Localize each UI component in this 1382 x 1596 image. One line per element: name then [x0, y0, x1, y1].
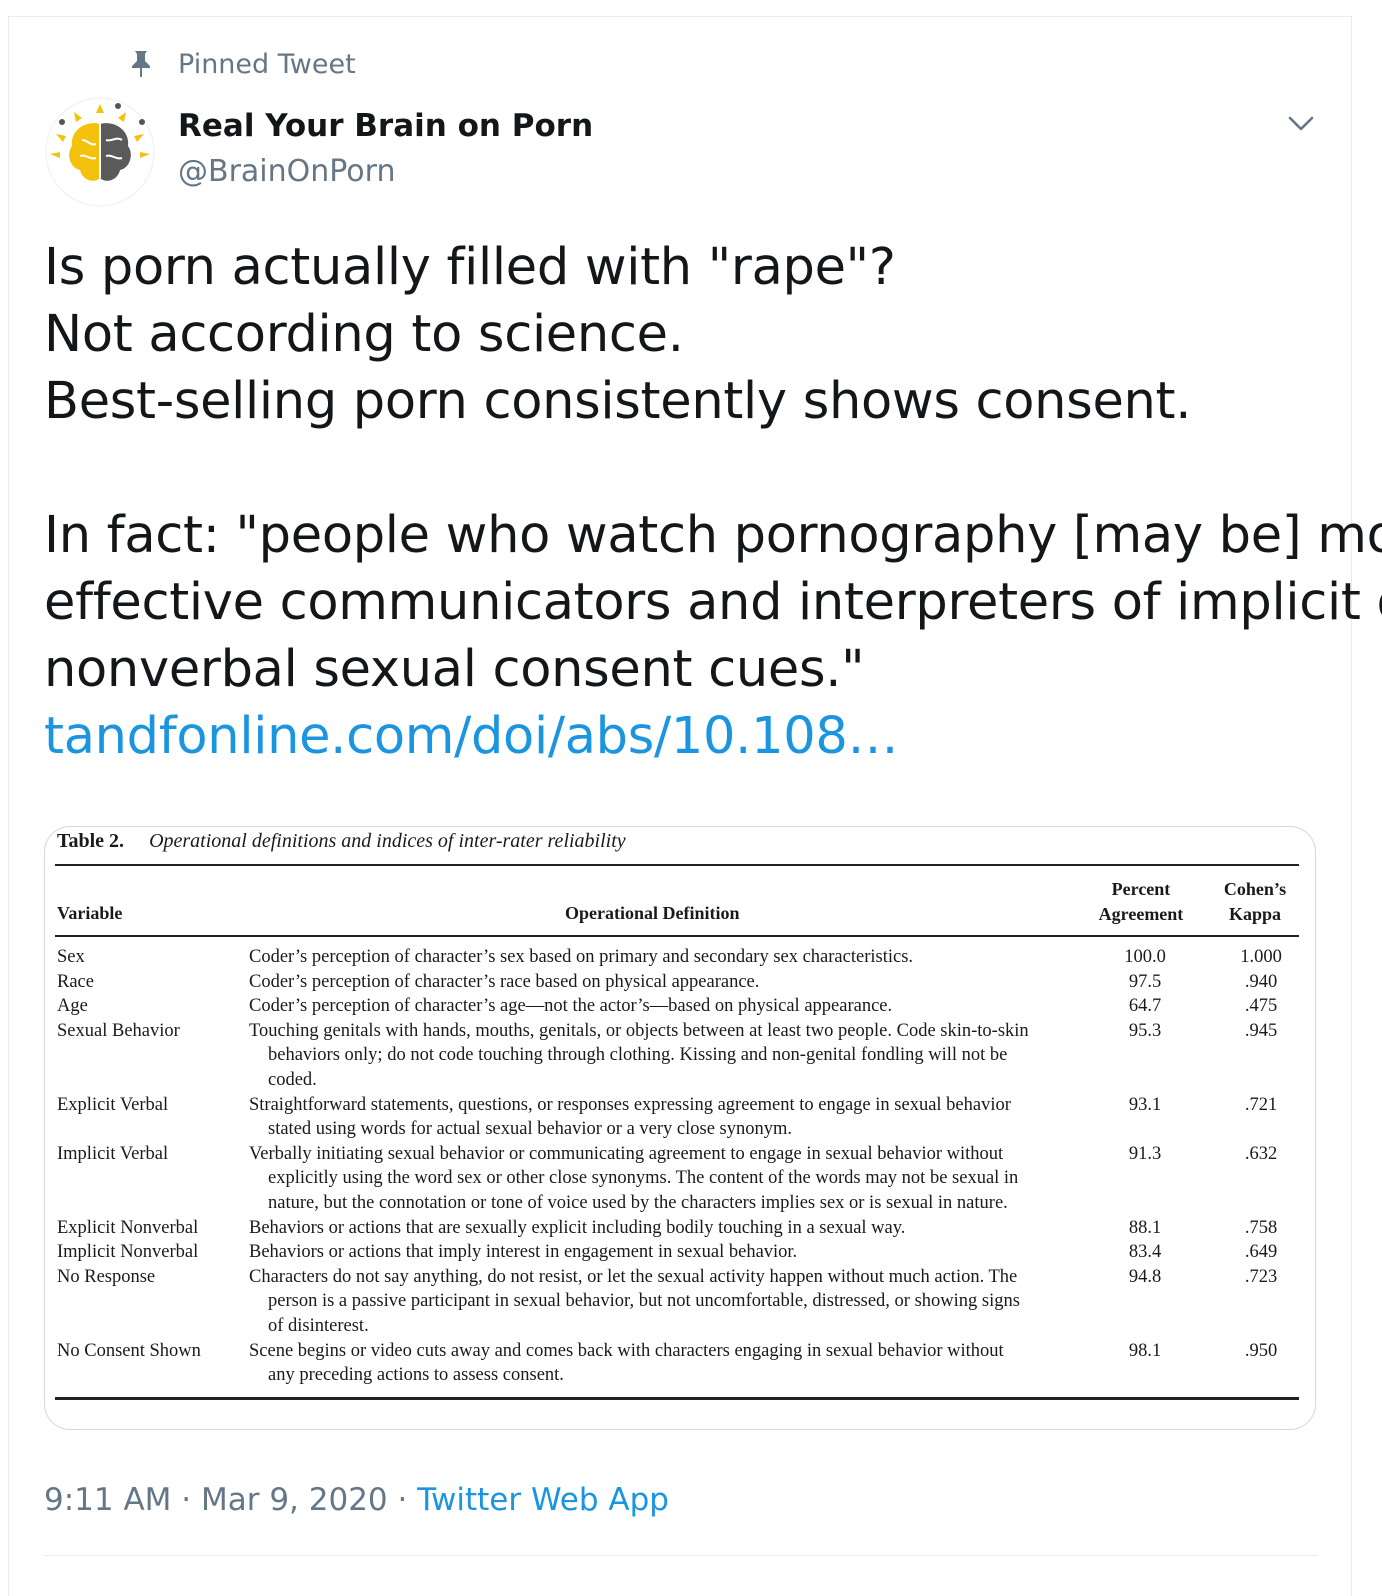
cell-variable: No Response — [57, 1266, 156, 1287]
tweet-image[interactable]: Table 2. Operational definitions and ind… — [44, 826, 1316, 1430]
tweet-line: Best-selling porn consistently shows con… — [44, 372, 1192, 431]
cell-definition: Scene begins or video cuts away and come… — [249, 1339, 1079, 1388]
tweet-line: Not according to science. — [44, 305, 684, 364]
definition-line: Characters do not say anything, do not r… — [249, 1266, 1018, 1287]
cell-kappa: .940 — [1244, 971, 1278, 992]
header-kappa: Cohen’s Kappa — [1205, 877, 1305, 927]
table-rule — [55, 864, 1299, 866]
cell-definition: Coder’s perception of character’s age—no… — [249, 994, 1079, 1019]
cell-definition: Coder’s perception of character’s sex ba… — [249, 945, 1079, 970]
cell-percent: 91.3 — [1128, 1143, 1162, 1164]
author-handle[interactable]: @BrainOnPorn — [178, 154, 395, 189]
cell-definition: Behaviors or actions that are sexually e… — [249, 1216, 1079, 1241]
tweet-line: In fact: "people who watch pornography [… — [44, 506, 1382, 565]
tweet-line: nonverbal sexual consent cues." — [44, 640, 865, 699]
divider — [44, 1555, 1318, 1556]
pinned-label: Pinned Tweet — [178, 48, 356, 80]
definition-line: coded. — [268, 1069, 317, 1090]
cell-kappa: .475 — [1244, 996, 1278, 1017]
cell-percent: 64.7 — [1128, 996, 1162, 1017]
definition-line: stated using words for actual sexual beh… — [268, 1119, 793, 1140]
cell-kappa: .758 — [1244, 1217, 1278, 1238]
header-percent: Percent Agreement — [1085, 877, 1197, 927]
cell-variable: Sex — [57, 947, 85, 967]
cell-variable: Implicit Verbal — [57, 1143, 169, 1164]
avatar[interactable] — [44, 96, 156, 208]
cell-variable: Explicit Nonverbal — [57, 1217, 199, 1238]
cell-kappa: .723 — [1244, 1266, 1278, 1287]
author-name[interactable]: Real Your Brain on Porn — [178, 108, 593, 144]
definition-line: Coder’s perception of character’s race b… — [249, 971, 760, 992]
cell-definition: Behaviors or actions that imply interest… — [249, 1240, 1079, 1265]
definition-line: Touching genitals with hands, mouths, ge… — [249, 1020, 1029, 1041]
header-kappa-line: Cohen’s — [1223, 879, 1287, 899]
header-variable: Variable — [57, 903, 123, 923]
definition-line: Behaviors or actions that imply interest… — [249, 1242, 798, 1263]
cell-variable: No Consent Shown — [57, 1340, 201, 1361]
cell-kappa: .945 — [1244, 1020, 1278, 1041]
cell-variable: Age — [57, 996, 88, 1017]
definition-line: Behaviors or actions that are sexually e… — [249, 1217, 906, 1238]
meta-separator: · — [387, 1482, 418, 1518]
table-caption: Table 2. Operational definitions and ind… — [57, 830, 626, 853]
cell-variable: Sexual Behavior — [57, 1020, 180, 1041]
cell-percent: 97.5 — [1128, 971, 1162, 992]
tweet-source-app[interactable]: Twitter Web App — [417, 1482, 669, 1518]
tweet-line: effective communicators and interpreters… — [44, 573, 1382, 632]
definition-line: of disinterest. — [268, 1315, 369, 1336]
cell-variable: Explicit Verbal — [57, 1094, 169, 1115]
cell-definition: Characters do not say anything, do not r… — [249, 1265, 1079, 1339]
tweet-time[interactable]: 9:11 AM — [44, 1482, 171, 1518]
cell-kappa: .721 — [1244, 1094, 1278, 1115]
definition-line: Verbally initiating sexual behavior or c… — [249, 1143, 1004, 1164]
cell-definition: Coder’s perception of character’s race b… — [249, 970, 1079, 995]
tweet-date[interactable]: Mar 9, 2020 — [201, 1482, 388, 1518]
cell-variable: Implicit Nonverbal — [57, 1242, 199, 1263]
definition-line: behaviors only; do not code touching thr… — [268, 1045, 1008, 1066]
cell-percent: 83.4 — [1128, 1242, 1162, 1263]
tweet-meta: 9:11 AM · Mar 9, 2020 · Twitter Web App — [44, 1482, 669, 1518]
definition-line: Scene begins or video cuts away and come… — [249, 1340, 1004, 1361]
cell-percent: 95.3 — [1128, 1020, 1162, 1041]
definition-line: any preceding actions to assess consent. — [268, 1365, 564, 1386]
cell-kappa: .950 — [1244, 1340, 1278, 1361]
cell-definition: Verbally initiating sexual behavior or c… — [249, 1142, 1079, 1216]
definition-line: Coder’s perception of character’s age—no… — [249, 996, 893, 1017]
cell-kappa: .649 — [1244, 1242, 1278, 1263]
tweet-link[interactable]: tandfonline.com/doi/abs/10.108… — [44, 703, 1344, 770]
cell-percent: 88.1 — [1128, 1217, 1162, 1238]
cell-kappa: 1.000 — [1240, 947, 1282, 967]
cell-percent: 100.0 — [1124, 947, 1166, 967]
cell-variable: Race — [57, 971, 94, 992]
cell-percent: 93.1 — [1128, 1094, 1162, 1115]
cell-definition: Touching genitals with hands, mouths, ge… — [249, 1019, 1079, 1093]
definition-line: Coder’s perception of character’s sex ba… — [249, 947, 914, 967]
header-percent-line: Percent — [1111, 879, 1171, 899]
definition-line: explicitly using the word sex or other c… — [268, 1168, 1019, 1189]
tweet-text: Is porn actually filled with "rape"? Not… — [44, 234, 1382, 770]
cell-definition: Straightforward statements, questions, o… — [249, 1093, 1079, 1142]
header-definition: Operational Definition — [565, 903, 740, 923]
pinned-indicator: Pinned Tweet — [128, 46, 356, 82]
table-rule — [55, 1397, 1299, 1400]
table-number: Table 2. — [57, 830, 125, 852]
header-kappa-line: Kappa — [1228, 904, 1282, 924]
tweet-line: Is porn actually filled with "rape"? — [44, 238, 896, 297]
table-rule — [55, 935, 1299, 937]
pin-icon — [132, 51, 150, 77]
cell-kappa: .632 — [1244, 1143, 1278, 1164]
header-percent-line: Agreement — [1098, 904, 1184, 924]
definition-line: nature, but the connotation or tone of v… — [268, 1192, 1008, 1213]
cell-percent: 94.8 — [1128, 1266, 1162, 1287]
cell-percent: 98.1 — [1128, 1340, 1162, 1361]
meta-separator: · — [171, 1482, 201, 1518]
definition-line: Straightforward statements, questions, o… — [249, 1094, 1011, 1115]
chevron-down-icon[interactable] — [1284, 108, 1318, 138]
definition-line: person is a passive participant in sexua… — [268, 1291, 1020, 1312]
table-title: Operational definitions and indices of i… — [149, 830, 626, 852]
